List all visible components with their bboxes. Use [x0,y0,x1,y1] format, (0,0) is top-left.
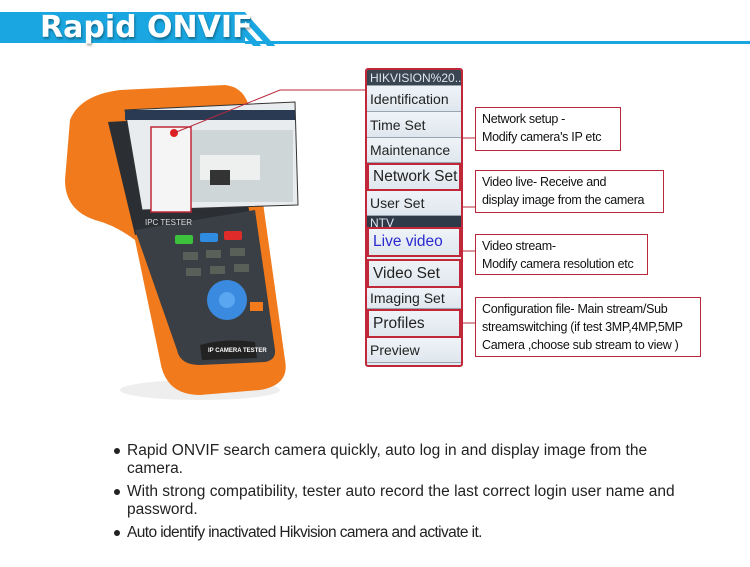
callout-text: Camera ,choose sub stream to view ) [482,338,679,352]
menu-item-profiles[interactable]: Profiles [367,309,461,338]
feature-text: With strong compatibility, tester auto r… [127,483,675,518]
menu-item-network-set[interactable]: Network Set [367,163,461,191]
bullet-icon [114,448,120,454]
callout-text: Modify camera's IP etc [482,130,602,144]
callout-text: Video stream- [482,239,556,253]
feature-text: Auto identify inactivated Hikvision came… [127,524,482,541]
callout-text: Network setup - [482,112,566,126]
callout-text: Configuration file- Main stream/Sub [482,302,668,316]
bullet-icon [114,530,120,536]
menu-item-live-video[interactable]: Live video [367,227,461,257]
feature-list: Rapid ONVIF search camera quickly, auto … [110,442,690,547]
callout-profiles: Configuration file- Main stream/Sub stre… [475,297,701,357]
callout-text: streamswitching (if test 3MP,4MP,5MP [482,320,683,334]
menu-item-video-set[interactable]: Video Set [367,259,461,288]
bullet-icon [114,489,120,495]
menu-item-imaging-set[interactable]: Imaging Set [367,288,461,309]
callout-live-video: Video live- Receive and display image fr… [475,170,664,213]
feature-item: Rapid ONVIF search camera quickly, auto … [110,442,690,478]
menu-item-time-set[interactable]: Time Set [367,112,461,138]
callout-text: Video live- Receive and [482,175,607,189]
feature-item: Auto identify inactivated Hikvision came… [110,524,690,542]
menu-item-identification[interactable]: Identification [367,86,461,112]
feature-item: With strong compatibility, tester auto r… [110,483,690,519]
callout-text: display image from the camera [482,193,645,207]
callout-text: Modify camera resolution etc [482,257,634,271]
callout-network-set: Network setup - Modify camera's IP etc [475,107,621,151]
onvif-menu: HIKVISION%20... Identification Time Set … [365,68,463,367]
feature-text: Rapid ONVIF search camera quickly, auto … [127,442,648,477]
callout-video-set: Video stream- Modify camera resolution e… [475,234,648,275]
menu-item-preview[interactable]: Preview [367,338,461,363]
menu-item-maintenance[interactable]: Maintenance [367,138,461,163]
menu-header: HIKVISION%20... [367,70,461,86]
menu-item-user-set[interactable]: User Set [367,191,461,216]
